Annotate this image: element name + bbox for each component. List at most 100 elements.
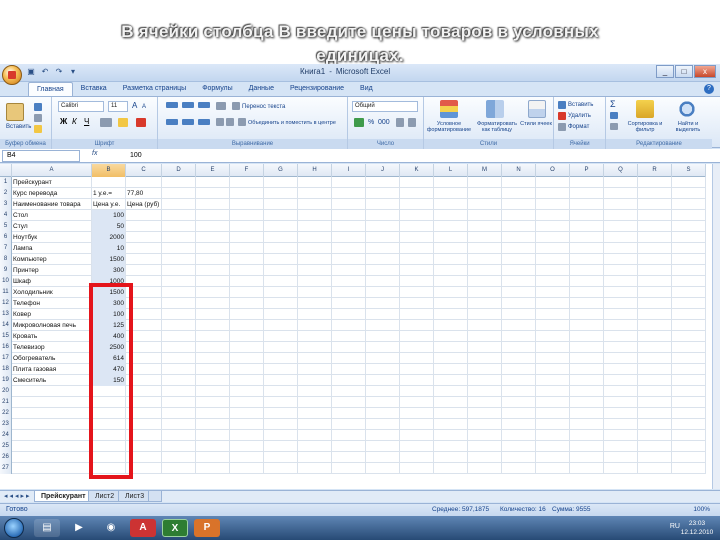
row-header[interactable]: 11 bbox=[0, 287, 12, 298]
cell-p14[interactable] bbox=[570, 320, 604, 331]
cell-l8[interactable] bbox=[434, 254, 468, 265]
cell-c6[interactable] bbox=[126, 232, 162, 243]
cell-b12[interactable]: 300 bbox=[92, 298, 126, 309]
cell-j13[interactable] bbox=[366, 309, 400, 320]
cell-j8[interactable] bbox=[366, 254, 400, 265]
cell-o19[interactable] bbox=[536, 375, 570, 386]
cell-e14[interactable] bbox=[196, 320, 230, 331]
column-header-r[interactable]: R bbox=[638, 164, 672, 177]
merge-center-button[interactable]: Объединить и поместить в центре bbox=[248, 119, 336, 127]
cell-s8[interactable] bbox=[672, 254, 706, 265]
cell-p16[interactable] bbox=[570, 342, 604, 353]
cell-f20[interactable] bbox=[230, 386, 264, 397]
cell-o18[interactable] bbox=[536, 364, 570, 375]
cell-h1[interactable] bbox=[298, 177, 332, 188]
cell-r8[interactable] bbox=[638, 254, 672, 265]
cell-h10[interactable] bbox=[298, 276, 332, 287]
browser-taskbar-icon[interactable]: ◉ bbox=[98, 519, 124, 537]
cell-p9[interactable] bbox=[570, 265, 604, 276]
cell-o14[interactable] bbox=[536, 320, 570, 331]
cell-b16[interactable]: 2500 bbox=[92, 342, 126, 353]
cell-n21[interactable] bbox=[502, 397, 536, 408]
column-header-j[interactable]: J bbox=[366, 164, 400, 177]
cell-n8[interactable] bbox=[502, 254, 536, 265]
cell-e18[interactable] bbox=[196, 364, 230, 375]
cell-c3[interactable]: Цена (руб) bbox=[126, 199, 162, 210]
cell-h4[interactable] bbox=[298, 210, 332, 221]
cell-s9[interactable] bbox=[672, 265, 706, 276]
cell-k20[interactable] bbox=[400, 386, 434, 397]
cell-r25[interactable] bbox=[638, 441, 672, 452]
cell-q3[interactable] bbox=[604, 199, 638, 210]
cell-styles-icon[interactable] bbox=[528, 100, 546, 118]
minimize-button[interactable]: _ bbox=[656, 65, 674, 78]
cell-n19[interactable] bbox=[502, 375, 536, 386]
cell-l27[interactable] bbox=[434, 463, 468, 474]
cell-e22[interactable] bbox=[196, 408, 230, 419]
cell-f2[interactable] bbox=[230, 188, 264, 199]
cell-b11[interactable]: 1500 bbox=[92, 287, 126, 298]
cell-p10[interactable] bbox=[570, 276, 604, 287]
cell-q11[interactable] bbox=[604, 287, 638, 298]
cell-s26[interactable] bbox=[672, 452, 706, 463]
font-color-icon[interactable] bbox=[136, 118, 146, 127]
cell-d17[interactable] bbox=[162, 353, 196, 364]
cell-h19[interactable] bbox=[298, 375, 332, 386]
cell-j17[interactable] bbox=[366, 353, 400, 364]
cell-k3[interactable] bbox=[400, 199, 434, 210]
cell-p18[interactable] bbox=[570, 364, 604, 375]
cell-s22[interactable] bbox=[672, 408, 706, 419]
cell-c17[interactable] bbox=[126, 353, 162, 364]
cell-s6[interactable] bbox=[672, 232, 706, 243]
row-header[interactable]: 14 bbox=[0, 320, 12, 331]
cell-m21[interactable] bbox=[468, 397, 502, 408]
cell-m23[interactable] bbox=[468, 419, 502, 430]
explorer-taskbar-icon[interactable]: ▤ bbox=[34, 519, 60, 537]
cell-j27[interactable] bbox=[366, 463, 400, 474]
cell-h9[interactable] bbox=[298, 265, 332, 276]
merge-icon[interactable] bbox=[238, 118, 246, 126]
row-header[interactable]: 20 bbox=[0, 386, 12, 397]
fill-color-icon[interactable] bbox=[118, 118, 128, 127]
cell-e24[interactable] bbox=[196, 430, 230, 441]
cell-s14[interactable] bbox=[672, 320, 706, 331]
align-bottom-icon[interactable] bbox=[198, 102, 210, 108]
cell-j20[interactable] bbox=[366, 386, 400, 397]
cell-q4[interactable] bbox=[604, 210, 638, 221]
cell-i8[interactable] bbox=[332, 254, 366, 265]
cell-o21[interactable] bbox=[536, 397, 570, 408]
cell-j14[interactable] bbox=[366, 320, 400, 331]
cell-r4[interactable] bbox=[638, 210, 672, 221]
cell-n7[interactable] bbox=[502, 243, 536, 254]
cell-m1[interactable] bbox=[468, 177, 502, 188]
excel-taskbar-icon[interactable]: X bbox=[162, 519, 188, 537]
cell-b26[interactable] bbox=[92, 452, 126, 463]
cell-s23[interactable] bbox=[672, 419, 706, 430]
cell-i19[interactable] bbox=[332, 375, 366, 386]
cell-b21[interactable] bbox=[92, 397, 126, 408]
clear-icon[interactable] bbox=[610, 123, 618, 130]
cell-q18[interactable] bbox=[604, 364, 638, 375]
row-header[interactable]: 16 bbox=[0, 342, 12, 353]
cell-l19[interactable] bbox=[434, 375, 468, 386]
cell-h26[interactable] bbox=[298, 452, 332, 463]
cell-m24[interactable] bbox=[468, 430, 502, 441]
align-middle-icon[interactable] bbox=[182, 102, 194, 108]
cell-f10[interactable] bbox=[230, 276, 264, 287]
cell-f5[interactable] bbox=[230, 221, 264, 232]
cell-g9[interactable] bbox=[264, 265, 298, 276]
row-header[interactable]: 24 bbox=[0, 430, 12, 441]
cell-l16[interactable] bbox=[434, 342, 468, 353]
font-size-select[interactable]: 11 bbox=[108, 101, 128, 112]
cell-m27[interactable] bbox=[468, 463, 502, 474]
cell-c2[interactable]: 77,80 bbox=[126, 188, 162, 199]
sort-filter-button[interactable]: Сортировка и фильтр bbox=[624, 121, 666, 133]
cell-c19[interactable] bbox=[126, 375, 162, 386]
cell-f23[interactable] bbox=[230, 419, 264, 430]
borders-icon[interactable] bbox=[100, 118, 112, 127]
cell-g5[interactable] bbox=[264, 221, 298, 232]
cell-e17[interactable] bbox=[196, 353, 230, 364]
cell-r15[interactable] bbox=[638, 331, 672, 342]
cell-d26[interactable] bbox=[162, 452, 196, 463]
format-cells-button[interactable]: Формат bbox=[568, 123, 589, 131]
